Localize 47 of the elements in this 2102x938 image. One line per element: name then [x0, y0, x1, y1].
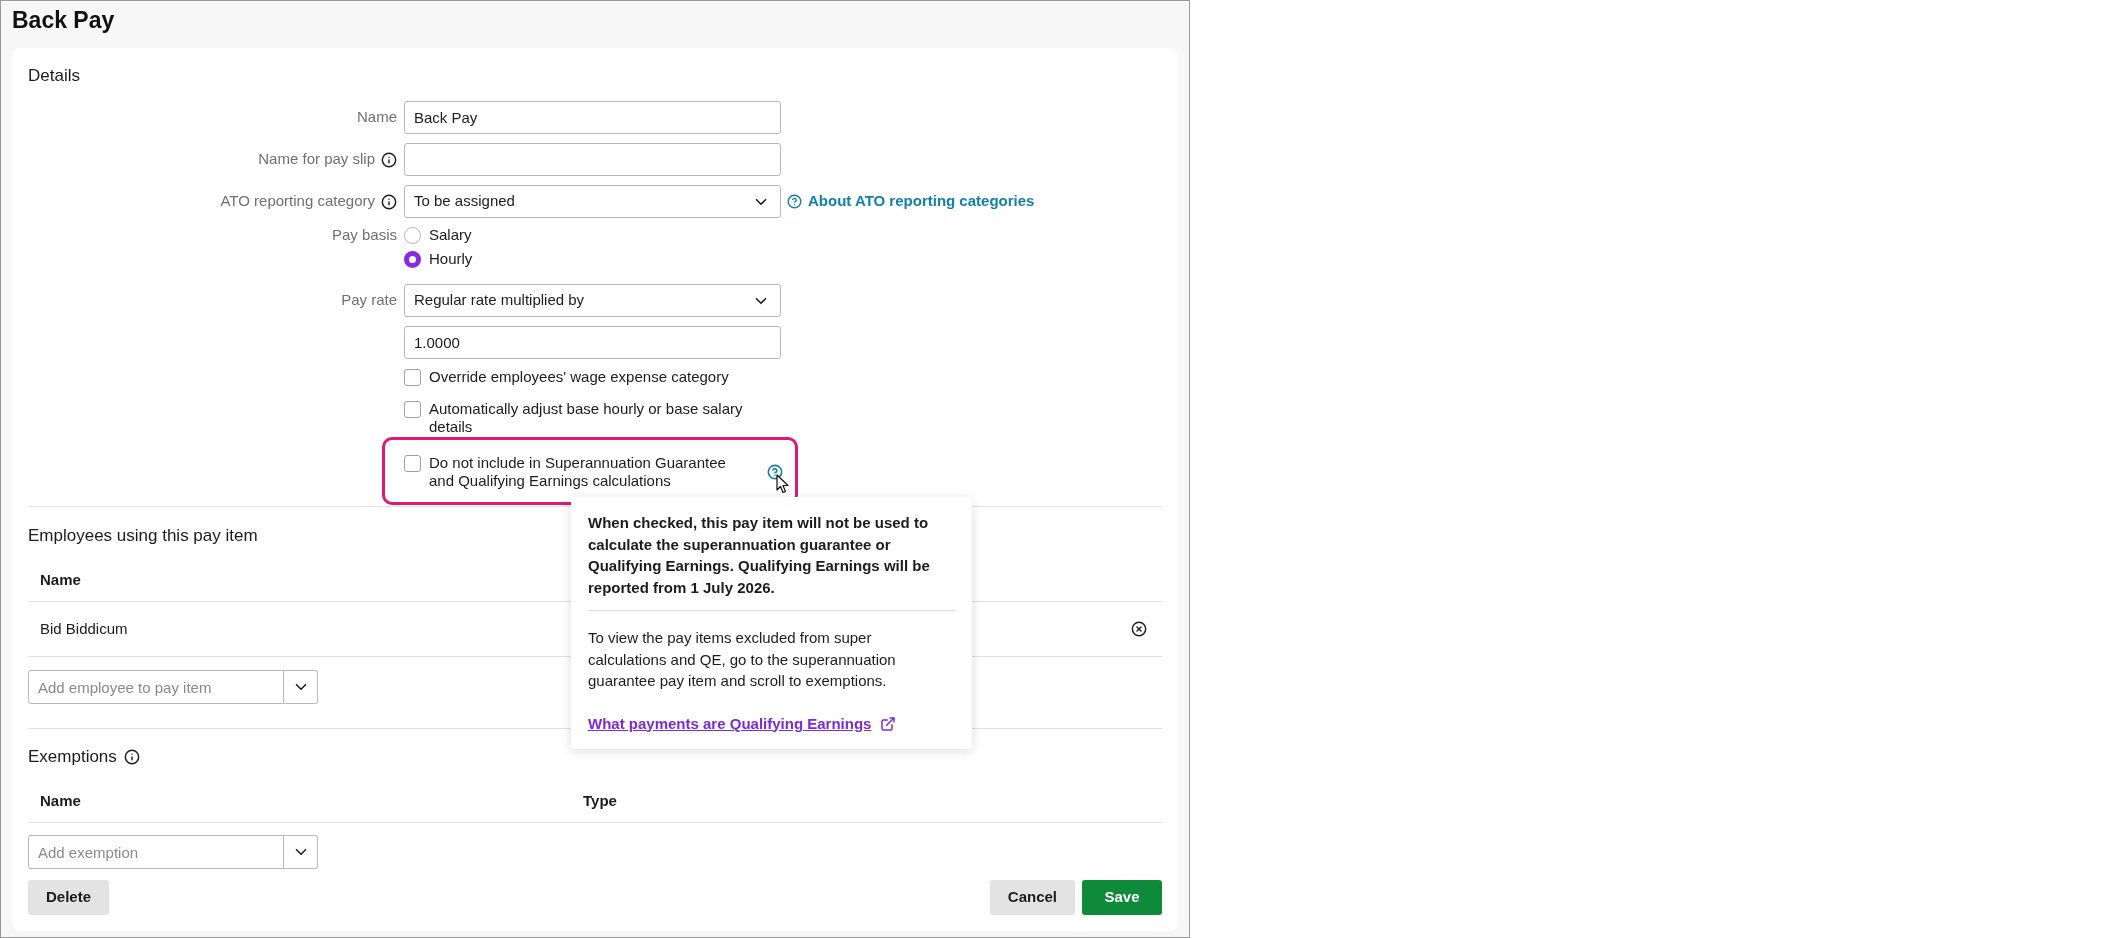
column-header: Type [583, 792, 617, 810]
checkbox-label[interactable]: Automatically adjust base hourly or base salary details [429, 400, 774, 436]
field-label: Pay rate [341, 290, 397, 311]
page-title: Back Pay [12, 6, 115, 34]
tooltip-text: To view the pay items excluded from super calculations and QE, go to the superannuation guarantee pay item and scroll to exemptions. [588, 628, 897, 691]
dropdown-field[interactable]: Regular rate multiplied by [404, 284, 781, 317]
external-link-icon [880, 715, 897, 732]
section-heading: Exemptions [28, 747, 117, 767]
save-button[interactable]: Save [1082, 880, 1162, 915]
column-header: Name [40, 792, 81, 810]
dropdown-button[interactable] [284, 670, 318, 704]
checkbox-label[interactable]: Do not include in Superannuation Guarantee and Qualifying Earnings calculations [429, 454, 743, 490]
info-icon[interactable] [123, 749, 140, 765]
remove-icon[interactable] [1131, 621, 1147, 637]
field-label: Name [357, 107, 397, 128]
field-label: ATO reporting category [220, 191, 375, 212]
radio-button[interactable] [404, 226, 421, 244]
action-button[interactable]: Cancel [989, 880, 1075, 915]
text-field[interactable]: 1.0000 [404, 326, 781, 359]
field-label: Pay basis [331, 224, 397, 245]
checkbox-label[interactable]: Override employees' wage expense category [429, 368, 774, 386]
add-field[interactable]: Add exemption [28, 835, 284, 869]
help-icon[interactable] [767, 464, 783, 480]
radio-label[interactable]: Salary [429, 223, 472, 247]
add-field[interactable]: Add employee to pay item [28, 670, 284, 704]
action-button[interactable]: Delete [28, 880, 110, 915]
mouse-pointer-icon [776, 474, 789, 494]
help-link[interactable]: About ATO reporting categories [787, 190, 1035, 213]
text-field[interactable] [404, 143, 781, 176]
table-cell-text: Bid Biddicum [40, 618, 128, 639]
checkbox[interactable] [404, 401, 421, 418]
info-icon[interactable] [381, 193, 397, 210]
checkbox[interactable] [404, 369, 421, 386]
section-heading: Employees using this pay item [28, 526, 258, 546]
checkbox[interactable] [404, 455, 421, 472]
dropdown-button[interactable] [284, 835, 318, 869]
radio-label[interactable]: Hourly [429, 247, 473, 271]
radio-button[interactable] [404, 250, 421, 268]
tooltip-text: When checked, this pay item will not be used to calculate the superannuation guarantee or Qualifying Earnings. Qualifying Earnings will be reported from 1 July 2026. [588, 513, 931, 598]
column-header: Name [40, 571, 81, 589]
help-icon [787, 194, 802, 209]
dropdown-field[interactable]: To be assigned [404, 185, 781, 218]
help-link[interactable]: What payments are Qualifying Earnings [588, 712, 897, 735]
field-label: Name for pay slip [258, 149, 375, 170]
text-field[interactable]: Back Pay [404, 101, 781, 134]
section-heading: Details [28, 66, 80, 86]
info-icon[interactable] [381, 151, 397, 168]
